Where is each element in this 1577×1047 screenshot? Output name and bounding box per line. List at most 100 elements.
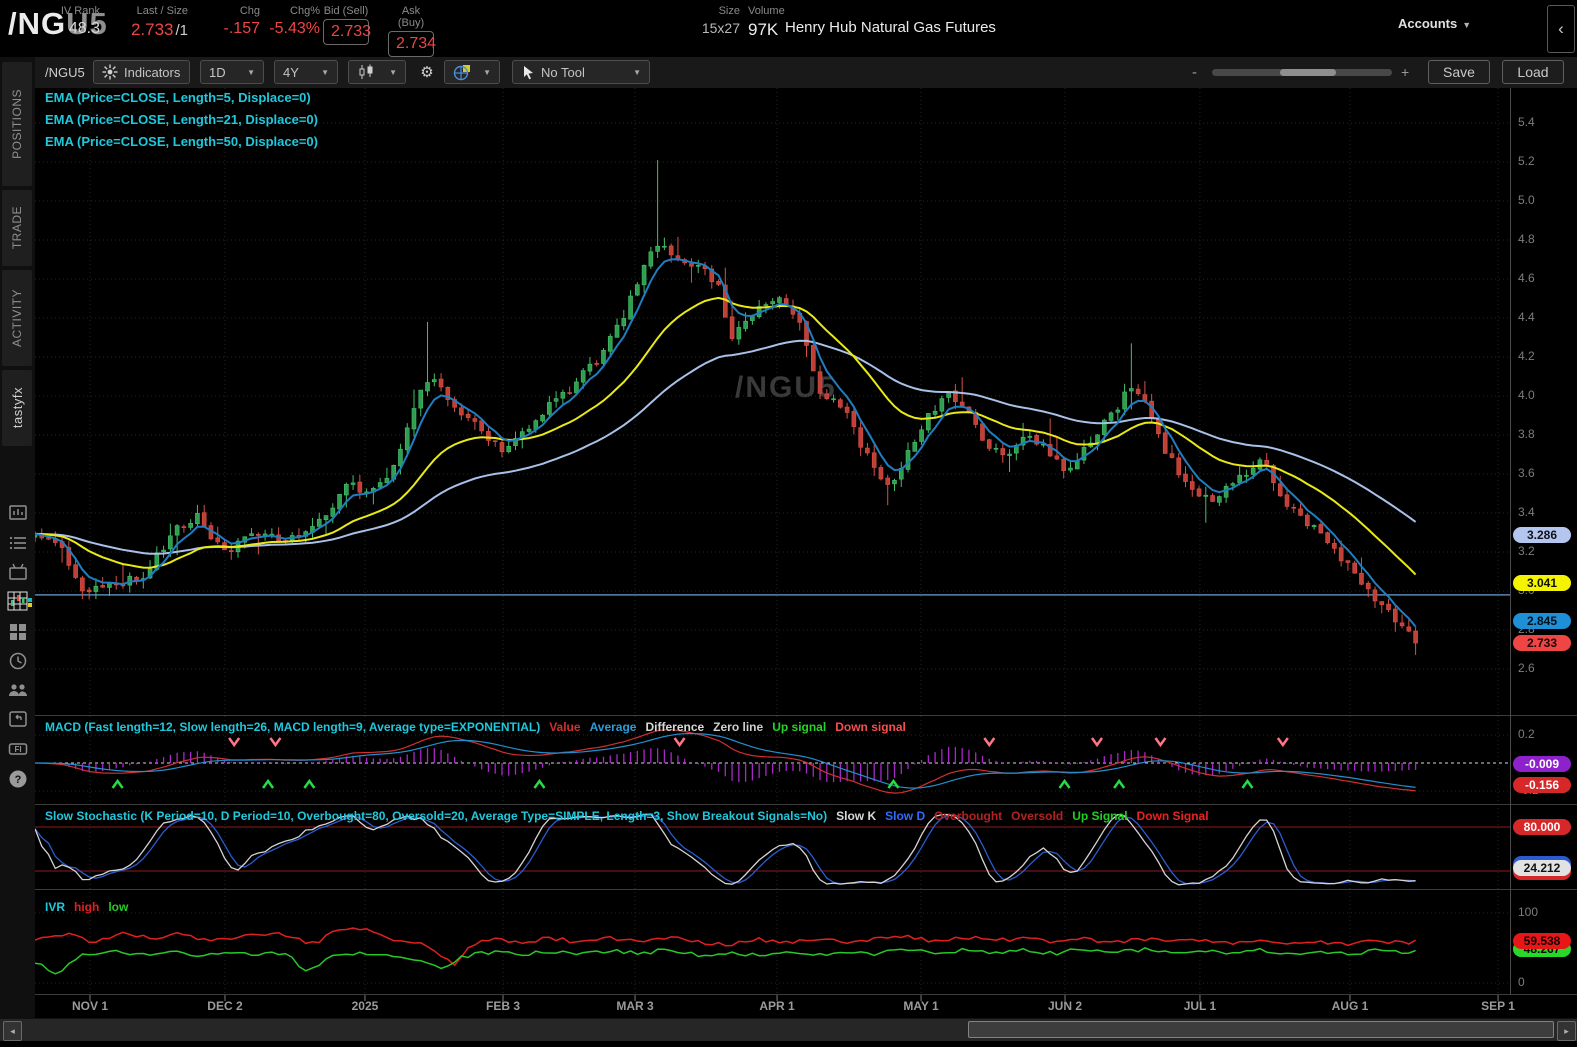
up-signal-icon bbox=[533, 778, 546, 789]
legend-item[interactable]: Oversold bbox=[1011, 809, 1063, 823]
last-size: /1 bbox=[175, 22, 188, 39]
sidebar-tab-positions[interactable]: POSITIONS bbox=[2, 62, 32, 186]
timeframe-value: 1D bbox=[209, 64, 226, 80]
tv-icon[interactable] bbox=[7, 561, 29, 583]
legend-item[interactable]: Average bbox=[590, 720, 637, 734]
stat-label: Size bbox=[718, 5, 740, 17]
down-signal-icon bbox=[1090, 737, 1104, 748]
symbol-header: /NGU5 IV Rank 48.3 Last / Size 2.733/1 C… bbox=[0, 0, 1577, 57]
horizontal-scrollbar[interactable]: ◂ ▸ bbox=[0, 1018, 1577, 1041]
chevron-down-icon: ▼ bbox=[389, 67, 397, 77]
chevron-down-icon: ▼ bbox=[483, 67, 491, 77]
crosshair-icon bbox=[453, 64, 470, 80]
stat-label: Chg% bbox=[290, 5, 320, 17]
bid-price[interactable]: 2.733 bbox=[323, 19, 371, 45]
people-icon[interactable] bbox=[7, 679, 29, 701]
zoom-out-button[interactable]: - bbox=[1192, 64, 1197, 81]
ask-price[interactable]: 2.734 bbox=[388, 31, 436, 57]
grid-icon[interactable] bbox=[7, 621, 29, 643]
stat-value: -.157 bbox=[223, 20, 260, 37]
journal-icon[interactable] bbox=[7, 708, 29, 730]
ivr-high-line bbox=[35, 927, 1416, 967]
legend-item[interactable]: Down Signal bbox=[1137, 809, 1209, 823]
macd-legend-title: MACD (Fast length=12, Slow length=26, MA… bbox=[45, 720, 541, 734]
chevron-down-icon: ▼ bbox=[321, 67, 329, 77]
stat-label: Ask (Buy) bbox=[397, 5, 425, 29]
legend-item[interactable]: Value bbox=[549, 720, 580, 734]
save-button[interactable]: Save bbox=[1428, 60, 1490, 84]
legend-item[interactable]: Up signal bbox=[772, 720, 826, 734]
chart-icon-active[interactable] bbox=[7, 590, 32, 614]
accounts-menu[interactable]: Accounts ▼ bbox=[1398, 16, 1471, 31]
history-icon[interactable] bbox=[7, 650, 29, 672]
legend-item[interactable]: Overbought bbox=[934, 809, 1002, 823]
legend-item[interactable]: Difference bbox=[645, 720, 704, 734]
legend-item[interactable]: high bbox=[74, 900, 99, 914]
indicators-button[interactable]: Indicators bbox=[93, 60, 190, 84]
cursor-icon bbox=[524, 65, 533, 79]
chart-style-dropdown[interactable]: ▼ bbox=[348, 60, 406, 84]
slow-d-line bbox=[35, 814, 1416, 885]
up-signal-icon bbox=[1113, 778, 1126, 789]
ema50-legend[interactable]: EMA (Price=CLOSE, Length=50, Displace=0) bbox=[45, 134, 318, 149]
chart-area[interactable]: /NGU5 EMA (Price=CLOSE, Length=5, Displa… bbox=[35, 88, 1577, 1018]
tool-name: No Tool bbox=[541, 64, 585, 80]
collapse-panel-button[interactable]: ‹ bbox=[1547, 5, 1575, 53]
stat-label: Bid (Sell) bbox=[323, 5, 369, 17]
zoom-slider[interactable] bbox=[1212, 69, 1392, 76]
stat-label: Volume bbox=[748, 5, 785, 17]
help-icon[interactable]: ? bbox=[7, 768, 29, 790]
chevron-down-icon: ▼ bbox=[247, 67, 255, 77]
ema50-line bbox=[35, 339, 1417, 555]
zoom-slider-thumb[interactable] bbox=[1280, 69, 1336, 76]
ema21-legend[interactable]: EMA (Price=CLOSE, Length=21, Displace=0) bbox=[45, 112, 318, 127]
sidebar-tab-tastyfx[interactable]: tastyfx bbox=[2, 370, 32, 446]
sidebar-tab-activity[interactable]: ACTIVITY bbox=[2, 270, 32, 366]
legend-item[interactable]: Slow D bbox=[885, 809, 925, 823]
stat-value: -5.43% bbox=[269, 20, 320, 37]
crosshair-dropdown[interactable]: ▼ bbox=[444, 60, 500, 84]
size-stat: Size 15x27 bbox=[698, 5, 740, 38]
ivr-legend[interactable]: IVR high low bbox=[45, 900, 128, 914]
macd-legend[interactable]: MACD (Fast length=12, Slow length=26, MA… bbox=[45, 720, 906, 734]
ask-button[interactable]: Ask (Buy) 2.734 bbox=[388, 5, 436, 57]
legend-item[interactable]: Slow K bbox=[836, 809, 876, 823]
stochastic-legend[interactable]: Slow Stochastic (K Period=10, D Period=1… bbox=[45, 809, 1209, 823]
down-signal-icon bbox=[1154, 737, 1167, 748]
legend-item[interactable]: Zero line bbox=[713, 720, 763, 734]
bid-button[interactable]: Bid (Sell) 2.733 bbox=[323, 5, 371, 45]
fx-icon[interactable]: FI bbox=[7, 738, 29, 760]
candles-group bbox=[35, 160, 1418, 655]
list-icon[interactable] bbox=[7, 532, 29, 554]
indicators-label: Indicators bbox=[124, 64, 181, 80]
timeframe-dropdown[interactable]: 1D ▼ bbox=[200, 60, 264, 84]
load-button[interactable]: Load bbox=[1502, 60, 1564, 84]
down-signal-icon bbox=[983, 737, 996, 748]
chevron-left-icon: ‹ bbox=[1558, 19, 1564, 38]
sidebar-tab-trade[interactable]: TRADE bbox=[2, 190, 32, 266]
drawing-tool-dropdown[interactable]: No Tool ▼ bbox=[512, 60, 650, 84]
last-price: 2.733 bbox=[130, 20, 174, 39]
down-signal-icon bbox=[269, 737, 282, 748]
range-dropdown[interactable]: 4Y ▼ bbox=[274, 60, 338, 84]
chart-settings-button[interactable]: ⚙ bbox=[414, 60, 440, 84]
chart-symbol-label: /NGU5 bbox=[45, 65, 85, 80]
price-chart[interactable] bbox=[35, 88, 1577, 1018]
scroll-left-button[interactable]: ◂ bbox=[3, 1021, 22, 1041]
tab-label: tastyfx bbox=[9, 387, 25, 429]
zoom-in-button[interactable]: + bbox=[1401, 64, 1409, 80]
watchlist-icon[interactable] bbox=[7, 502, 29, 524]
scrollbar-thumb[interactable] bbox=[968, 1021, 1554, 1038]
legend-item[interactable]: low bbox=[108, 900, 128, 914]
up-signal-icon bbox=[303, 778, 316, 789]
left-sidebar: POSITIONS TRADE ACTIVITY tastyfx FI ? bbox=[0, 57, 35, 1018]
iv-rank-stat: IV Rank 48.3 bbox=[40, 5, 100, 38]
stat-label: Last / Size bbox=[136, 5, 188, 17]
accounts-label: Accounts bbox=[1398, 16, 1458, 31]
scroll-right-button[interactable]: ▸ bbox=[1557, 1021, 1576, 1041]
load-label: Load bbox=[1517, 64, 1549, 80]
ivr-legend-title: IVR bbox=[45, 900, 66, 914]
legend-item[interactable]: Down signal bbox=[835, 720, 906, 734]
ema5-legend[interactable]: EMA (Price=CLOSE, Length=5, Displace=0) bbox=[45, 90, 311, 105]
legend-item[interactable]: Up Signal bbox=[1072, 809, 1127, 823]
